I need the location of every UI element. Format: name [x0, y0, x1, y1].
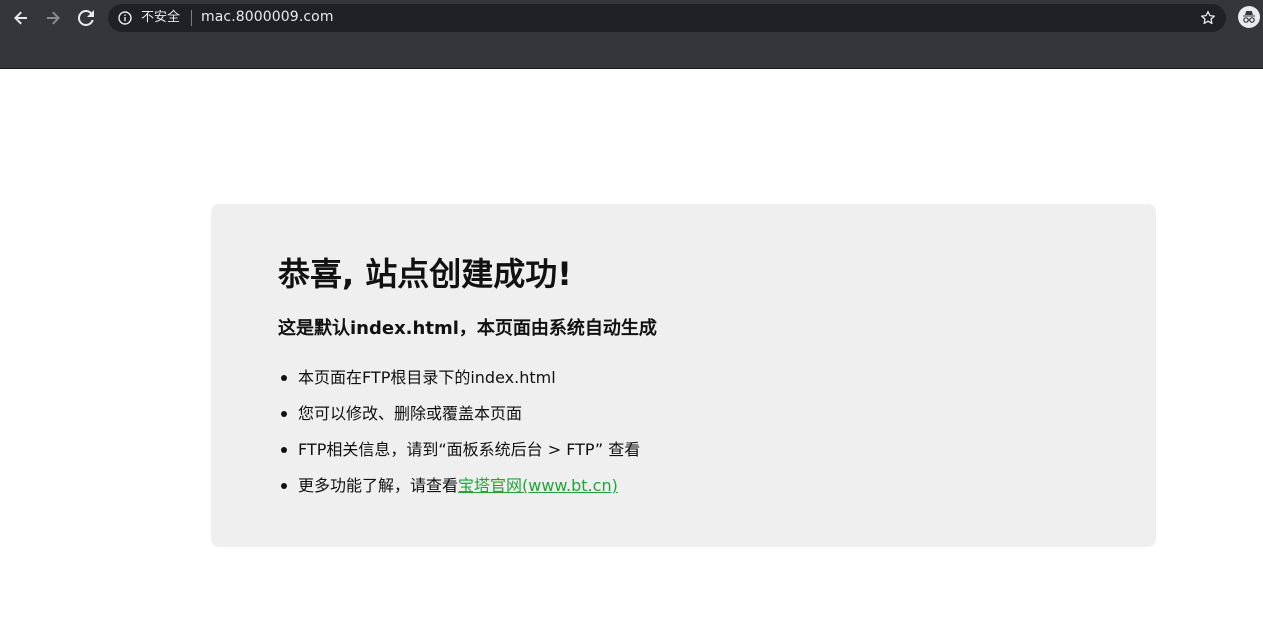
- list-item: 更多功能了解，请查看宝塔官网(www.bt.cn): [278, 472, 640, 508]
- list-item-text: 您可以修改、删除或覆盖本页面: [298, 404, 523, 423]
- welcome-card: 恭喜, 站点创建成功! 这是默认index.html，本页面由系统自动生成 本页…: [211, 204, 1156, 547]
- reload-icon: [78, 10, 94, 26]
- list-item-text: 本页面在FTP根目录下的index.html: [298, 368, 556, 387]
- star-icon[interactable]: [1200, 10, 1216, 26]
- list-item-text: 更多功能了解，请查看: [298, 476, 459, 495]
- info-icon[interactable]: [118, 11, 132, 25]
- list-item: 您可以修改、删除或覆盖本页面: [278, 400, 640, 436]
- bullet-icon: [281, 447, 287, 453]
- security-status[interactable]: 不安全: [141, 10, 180, 26]
- bullet-icon: [281, 375, 287, 381]
- address-bar[interactable]: 不安全 mac.8000009.com: [108, 4, 1226, 32]
- page-title: 恭喜, 站点创建成功!: [278, 255, 572, 293]
- bullet-icon: [281, 411, 287, 417]
- incognito-icon: [1243, 11, 1255, 23]
- browser-toolbar: 不安全 mac.8000009.com: [0, 0, 1263, 69]
- bullet-icon: [281, 483, 287, 489]
- forward-button[interactable]: [40, 5, 66, 31]
- arrow-right-icon: [47, 11, 60, 25]
- info-list: 本页面在FTP根目录下的index.html 您可以修改、删除或覆盖本页面 FT…: [278, 364, 640, 508]
- list-item-text: FTP相关信息，请到“面板系统后台 > FTP” 查看: [298, 440, 641, 459]
- reload-button[interactable]: [73, 5, 99, 31]
- list-item: FTP相关信息，请到“面板系统后台 > FTP” 查看: [278, 436, 640, 472]
- address-divider: [191, 10, 192, 26]
- bt-official-site-link[interactable]: 宝塔官网(www.bt.cn): [458, 476, 618, 495]
- list-item: 本页面在FTP根目录下的index.html: [278, 364, 640, 400]
- page-subtitle: 这是默认index.html，本页面由系统自动生成: [278, 318, 657, 339]
- arrow-left-icon: [14, 11, 27, 25]
- profile-button[interactable]: [1238, 6, 1260, 28]
- url-text[interactable]: mac.8000009.com: [201, 9, 334, 26]
- back-button[interactable]: [8, 5, 34, 31]
